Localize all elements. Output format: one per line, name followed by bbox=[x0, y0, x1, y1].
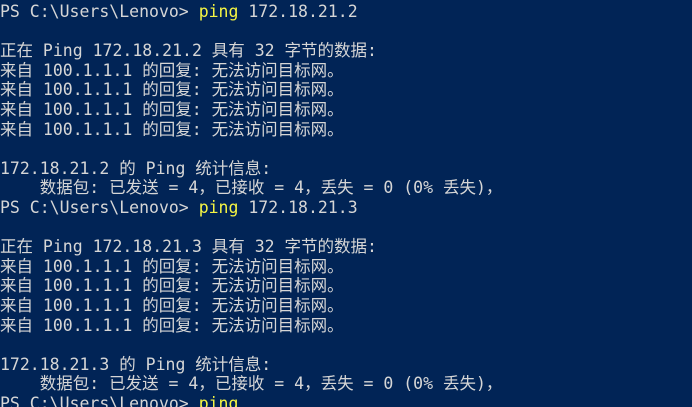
prompt-line: PS C:\Users\Lenovo> ping 172.18.21.2 bbox=[0, 2, 692, 22]
output-line: 数据包: 已发送 = 4，已接收 = 4，丢失 = 0 (0% 丢失)， bbox=[0, 178, 503, 198]
output-line: 来自 100.1.1.1 的回复: 无法访问目标网。 bbox=[0, 119, 344, 139]
output-line: 来自 100.1.1.1 的回复: 无法访问目标网。 bbox=[0, 99, 344, 119]
output-line: 来自 100.1.1.1 的回复: 无法访问目标网。 bbox=[0, 315, 344, 335]
prompt-line: PS C:\Users\Lenovo> ping bbox=[0, 394, 692, 407]
command-args: 172.18.21.3 bbox=[238, 197, 358, 217]
output-line: 来自 100.1.1.1 的回复: 无法访问目标网。 bbox=[0, 276, 344, 296]
command-name: ping bbox=[198, 393, 239, 407]
powershell-terminal[interactable]: PS C:\Users\Lenovo> ping 172.18.21.2 正在 P… bbox=[0, 2, 692, 407]
terminal-prompt: PS C:\Users\Lenovo> bbox=[0, 2, 199, 21]
output-line: 正在 Ping 172.18.21.3 具有 32 字节的数据: bbox=[0, 237, 377, 257]
output-line: 来自 100.1.1.1 的回复: 无法访问目标网。 bbox=[0, 295, 344, 315]
output-line: 数据包: 已发送 = 4，已接收 = 4，丢失 = 0 (0% 丢失)， bbox=[0, 374, 503, 394]
output-line: 172.18.21.3 的 Ping 统计信息: bbox=[0, 354, 272, 374]
command-name: ping bbox=[198, 2, 239, 21]
prompt-line: PS C:\Users\Lenovo> ping 172.18.21.3 bbox=[0, 198, 692, 218]
terminal-prompt: PS C:\Users\Lenovo> bbox=[0, 393, 199, 407]
output-line: 正在 Ping 172.18.21.2 具有 32 字节的数据: bbox=[0, 41, 377, 61]
command-name: ping bbox=[198, 197, 239, 217]
command-args: 172.18.21.2 bbox=[238, 2, 358, 21]
output-line: 来自 100.1.1.1 的回复: 无法访问目标网。 bbox=[0, 256, 344, 276]
output-line: 172.18.21.2 的 Ping 统计信息: bbox=[0, 158, 272, 178]
terminal-prompt: PS C:\Users\Lenovo> bbox=[0, 197, 199, 217]
output-line: 来自 100.1.1.1 的回复: 无法访问目标网。 bbox=[0, 80, 344, 100]
output-line: 来自 100.1.1.1 的回复: 无法访问目标网。 bbox=[0, 60, 344, 80]
